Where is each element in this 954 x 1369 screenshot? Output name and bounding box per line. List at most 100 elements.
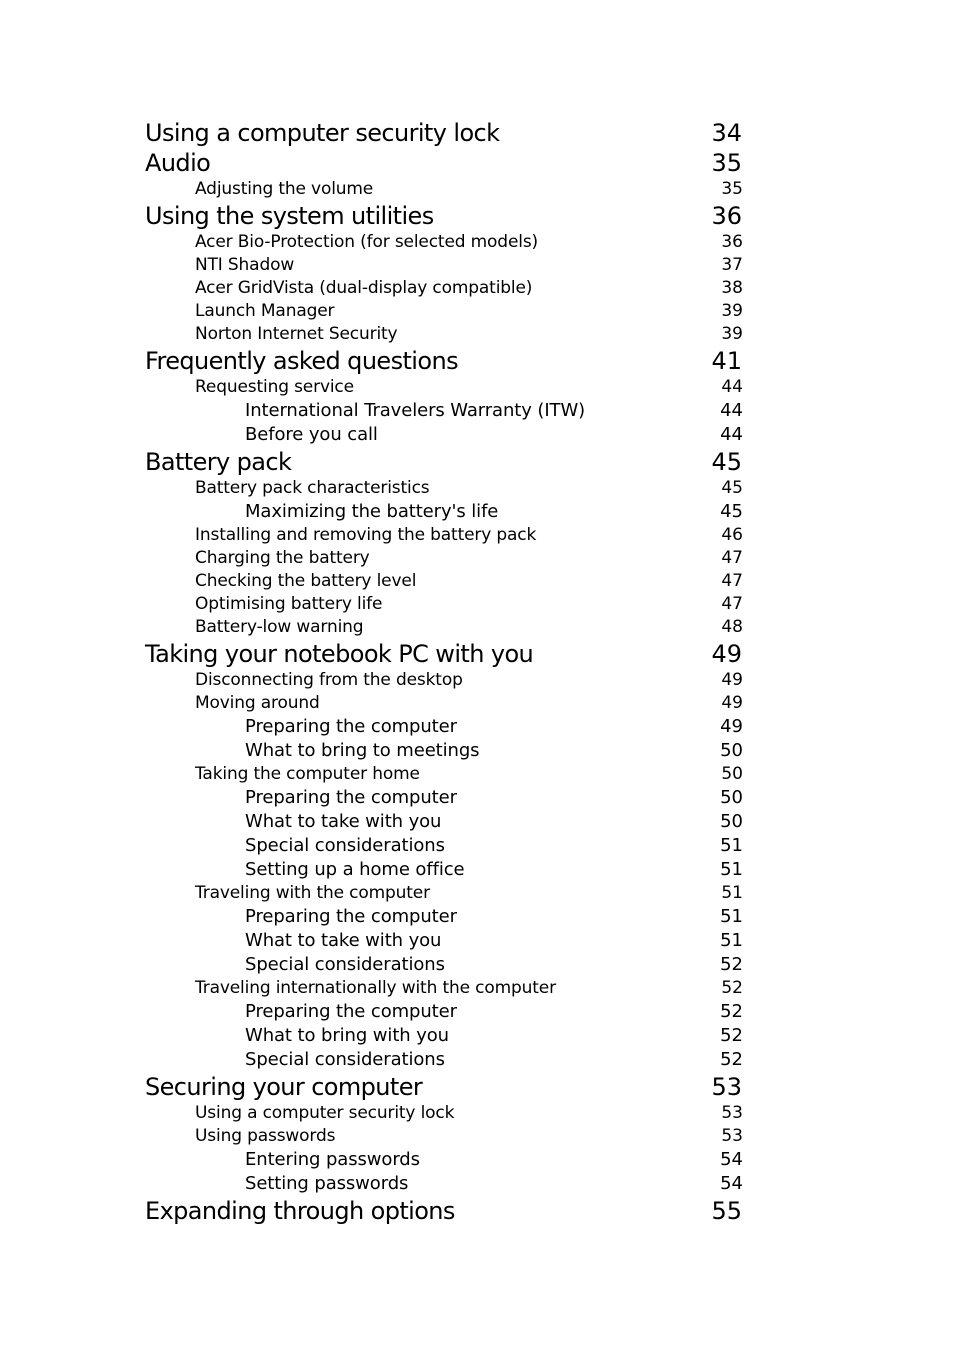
toc-entry-page-number: 49 — [720, 716, 743, 737]
toc-section-entry[interactable]: Adjusting the volume 35 — [0, 178, 954, 200]
toc-entry-page-number: 36 — [721, 232, 743, 252]
toc-entry-title: Traveling internationally with the compu… — [195, 978, 556, 998]
toc-chapter-entry[interactable]: Using the system utilities 36 — [0, 201, 954, 231]
toc-entry-page-number: 34 — [711, 119, 742, 147]
toc-subsection-entry[interactable]: Setting passwords 54 — [0, 1172, 954, 1196]
toc-subsection-entry[interactable]: What to take with you 51 — [0, 929, 954, 953]
toc-section-entry[interactable]: Requesting service 44 — [0, 376, 954, 398]
toc-entry-page-number: 44 — [720, 400, 743, 421]
toc-entry-page-number: 51 — [720, 930, 743, 951]
toc-subsection-entry[interactable]: Maximizing the battery's life 45 — [0, 500, 954, 524]
toc-subsection-entry[interactable]: What to bring with you 52 — [0, 1024, 954, 1048]
toc-entry-page-number: 35 — [721, 179, 743, 199]
toc-entry-page-number: 47 — [721, 548, 743, 568]
toc-chapter-entry[interactable]: Expanding through options 55 — [0, 1196, 954, 1226]
toc-section-entry[interactable]: Launch Manager 39 — [0, 300, 954, 322]
toc-subsection-entry[interactable]: What to bring to meetings 50 — [0, 739, 954, 763]
toc-entry-page-number: 49 — [721, 670, 743, 690]
toc-entry-title: Special considerations — [245, 835, 445, 856]
toc-entry-page-number: 53 — [711, 1073, 742, 1101]
toc-entry-page-number: 37 — [721, 255, 743, 275]
toc-entry-page-number: 44 — [720, 424, 743, 445]
toc-entry-title: Battery pack — [145, 448, 292, 476]
toc-entry-page-number: 44 — [721, 377, 743, 397]
toc-subsection-entry[interactable]: What to take with you 50 — [0, 810, 954, 834]
toc-subsection-entry[interactable]: Preparing the computer 51 — [0, 905, 954, 929]
toc-entry-title: Special considerations — [245, 1049, 445, 1070]
toc-entry-page-number: 52 — [721, 978, 743, 998]
toc-entry-page-number: 47 — [721, 571, 743, 591]
toc-entry-title: Battery pack characteristics — [195, 478, 430, 498]
toc-entry-title: Before you call — [245, 424, 378, 445]
toc-entry-title: Moving around — [195, 693, 320, 713]
toc-chapter-entry[interactable]: Securing your computer 53 — [0, 1072, 954, 1102]
toc-entry-title: Using passwords — [195, 1126, 336, 1146]
toc-section-entry[interactable]: Moving around 49 — [0, 692, 954, 714]
toc-entry-title: International Travelers Warranty (ITW) — [245, 400, 586, 421]
toc-entry-page-number: 51 — [720, 906, 743, 927]
toc-section-entry[interactable]: Checking the battery level 47 — [0, 570, 954, 592]
toc-entry-title: Preparing the computer — [245, 716, 457, 737]
toc-entry-title: Optimising battery life — [195, 594, 383, 614]
toc-subsection-entry[interactable]: Before you call 44 — [0, 423, 954, 447]
toc-chapter-entry[interactable]: Audio 35 — [0, 148, 954, 178]
toc-chapter-entry[interactable]: Battery pack 45 — [0, 447, 954, 477]
toc-chapter-entry[interactable]: Frequently asked questions 41 — [0, 346, 954, 376]
toc-entry-page-number: 52 — [720, 1001, 743, 1022]
toc-entry-page-number: 51 — [720, 859, 743, 880]
toc-entry-page-number: 35 — [711, 149, 742, 177]
toc-subsection-entry[interactable]: Special considerations 51 — [0, 834, 954, 858]
toc-entry-page-number: 53 — [721, 1103, 743, 1123]
toc-entry-page-number: 45 — [721, 478, 743, 498]
toc-section-entry[interactable]: Using passwords 53 — [0, 1125, 954, 1147]
toc-subsection-entry[interactable]: International Travelers Warranty (ITW) 44 — [0, 399, 954, 423]
toc-section-entry[interactable]: Taking the computer home 50 — [0, 763, 954, 785]
toc-subsection-entry[interactable]: Entering passwords 54 — [0, 1148, 954, 1172]
toc-section-entry[interactable]: Using a computer security lock 53 — [0, 1102, 954, 1124]
toc-section-entry[interactable]: Battery pack characteristics 45 — [0, 477, 954, 499]
toc-section-entry[interactable]: Traveling with the computer 51 — [0, 882, 954, 904]
toc-entry-title: What to take with you — [245, 811, 442, 832]
toc-section-entry[interactable]: Acer Bio-Protection (for selected models… — [0, 231, 954, 253]
toc-entry-title: Charging the battery — [195, 548, 370, 568]
toc-entry-title: What to bring with you — [245, 1025, 449, 1046]
toc-subsection-entry[interactable]: Special considerations 52 — [0, 1048, 954, 1072]
toc-section-entry[interactable]: Battery-low warning 48 — [0, 616, 954, 638]
toc-entry-page-number: 50 — [720, 787, 743, 808]
toc-section-entry[interactable]: Installing and removing the battery pack… — [0, 524, 954, 546]
toc-entry-page-number: 52 — [720, 1049, 743, 1070]
toc-chapter-entry[interactable]: Using a computer security lock 34 — [0, 118, 954, 148]
toc-entry-page-number: 50 — [721, 764, 743, 784]
toc-subsection-entry[interactable]: Preparing the computer 52 — [0, 1000, 954, 1024]
toc-subsection-entry[interactable]: Preparing the computer 49 — [0, 715, 954, 739]
toc-entry-title: Preparing the computer — [245, 1001, 457, 1022]
toc-section-entry[interactable]: Disconnecting from the desktop 49 — [0, 669, 954, 691]
toc-entry-title: Disconnecting from the desktop — [195, 670, 463, 690]
toc-entry-title: Expanding through options — [145, 1197, 455, 1225]
toc-entry-page-number: 39 — [721, 324, 743, 344]
toc-section-entry[interactable]: Charging the battery 47 — [0, 547, 954, 569]
toc-section-entry[interactable]: NTI Shadow 37 — [0, 254, 954, 276]
toc-entry-page-number: 46 — [721, 525, 743, 545]
toc-entry-title: Norton Internet Security — [195, 324, 398, 344]
toc-subsection-entry[interactable]: Preparing the computer 50 — [0, 786, 954, 810]
toc-entry-page-number: 54 — [720, 1149, 743, 1170]
toc-entry-page-number: 49 — [721, 693, 743, 713]
toc-entry-page-number: 53 — [721, 1126, 743, 1146]
toc-entry-page-number: 39 — [721, 301, 743, 321]
toc-section-entry[interactable]: Optimising battery life 47 — [0, 593, 954, 615]
toc-entry-title: Preparing the computer — [245, 787, 457, 808]
toc-entry-title: Using a computer security lock — [145, 119, 500, 147]
toc-entry-title: Setting up a home office — [245, 859, 465, 880]
toc-entry-page-number: 51 — [721, 883, 743, 903]
toc-entry-page-number: 48 — [721, 617, 743, 637]
toc-subsection-entry[interactable]: Special considerations 52 — [0, 953, 954, 977]
toc-section-entry[interactable]: Acer GridVista (dual-display compatible)… — [0, 277, 954, 299]
toc-entry-title: Battery-low warning — [195, 617, 364, 637]
toc-subsection-entry[interactable]: Setting up a home office 51 — [0, 858, 954, 882]
toc-entry-title: Securing your computer — [145, 1073, 423, 1101]
toc-section-entry[interactable]: Traveling internationally with the compu… — [0, 977, 954, 999]
toc-section-entry[interactable]: Norton Internet Security 39 — [0, 323, 954, 345]
toc-chapter-entry[interactable]: Taking your notebook PC with you 49 — [0, 639, 954, 669]
toc-entry-page-number: 51 — [720, 835, 743, 856]
